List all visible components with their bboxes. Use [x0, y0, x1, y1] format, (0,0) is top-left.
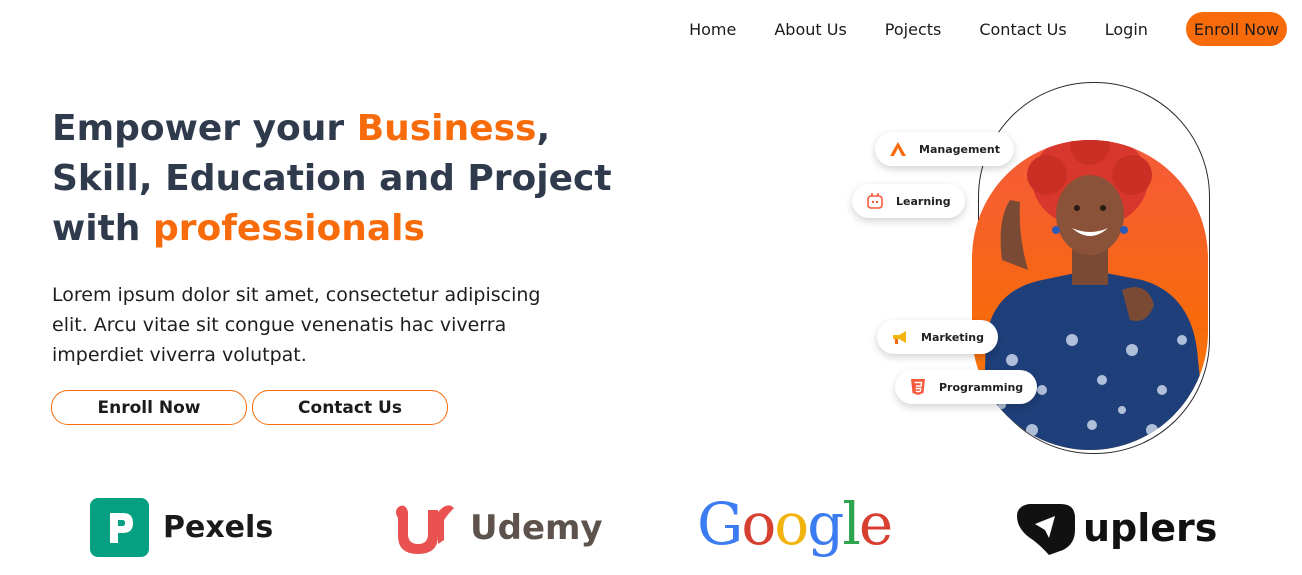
nav-about-us[interactable]: About Us	[774, 20, 846, 39]
chip-learning-label: Learning	[896, 194, 951, 208]
contact-us-button[interactable]: Contact Us	[252, 390, 448, 425]
chip-programming: Programming	[895, 370, 1038, 404]
top-navigation: Home About Us Pojects Contact Us Login E…	[689, 10, 1287, 48]
hero-heading-accent-professionals: professionals	[152, 208, 425, 249]
google-letter-e: e	[858, 490, 893, 558]
chip-management-label: Management	[919, 142, 1000, 156]
partner-logos: Pexels Udemy G o o g l e uplers	[0, 490, 1302, 565]
uplers-wordmark: uplers	[1083, 506, 1218, 550]
pexels-logo: Pexels	[90, 498, 273, 557]
pexels-wordmark: Pexels	[163, 510, 274, 545]
nav-contact-us[interactable]: Contact Us	[979, 20, 1066, 39]
google-letter-g2: g	[807, 490, 844, 558]
management-icon	[887, 141, 909, 157]
pexels-icon	[90, 498, 149, 557]
learning-icon	[864, 192, 886, 210]
google-letter-l: l	[842, 490, 861, 558]
uplers-logo: uplers	[1013, 500, 1217, 556]
hero-visual: Management Learning Marketing Programmin…	[830, 70, 1240, 460]
google-logo: G o o g l e	[697, 490, 893, 558]
google-letter-o1: o	[741, 490, 776, 558]
google-letter-o2: o	[774, 490, 809, 558]
hero-heading-part1: Empower your	[52, 108, 357, 149]
chip-learning: Learning	[852, 184, 965, 218]
hero-buttons: Enroll Now Contact Us	[51, 390, 448, 425]
megaphone-icon	[889, 329, 911, 345]
chip-management: Management	[875, 132, 1014, 166]
udemy-icon	[395, 505, 454, 554]
enroll-now-button[interactable]: Enroll Now	[51, 390, 247, 425]
hero-description: Lorem ipsum dolor sit amet, consectetur …	[52, 284, 541, 366]
hero-heading-accent-business: Business	[356, 108, 537, 149]
udemy-logo: Udemy	[388, 500, 603, 556]
google-letter-g: G	[697, 490, 743, 558]
nav-projects[interactable]: Pojects	[885, 20, 942, 39]
chip-marketing: Marketing	[877, 320, 999, 354]
nav-login[interactable]: Login	[1105, 20, 1148, 39]
chip-marketing-label: Marketing	[921, 330, 985, 344]
nav-enroll-now-button[interactable]: Enroll Now	[1185, 12, 1287, 46]
udemy-wordmark: Udemy	[470, 508, 603, 548]
css3-icon	[907, 378, 929, 396]
chip-programming-label: Programming	[939, 380, 1024, 394]
hero-heading: Empower your Business, Skill, Education …	[52, 104, 612, 254]
nav-home[interactable]: Home	[689, 20, 736, 39]
uplers-icon	[1017, 504, 1075, 555]
